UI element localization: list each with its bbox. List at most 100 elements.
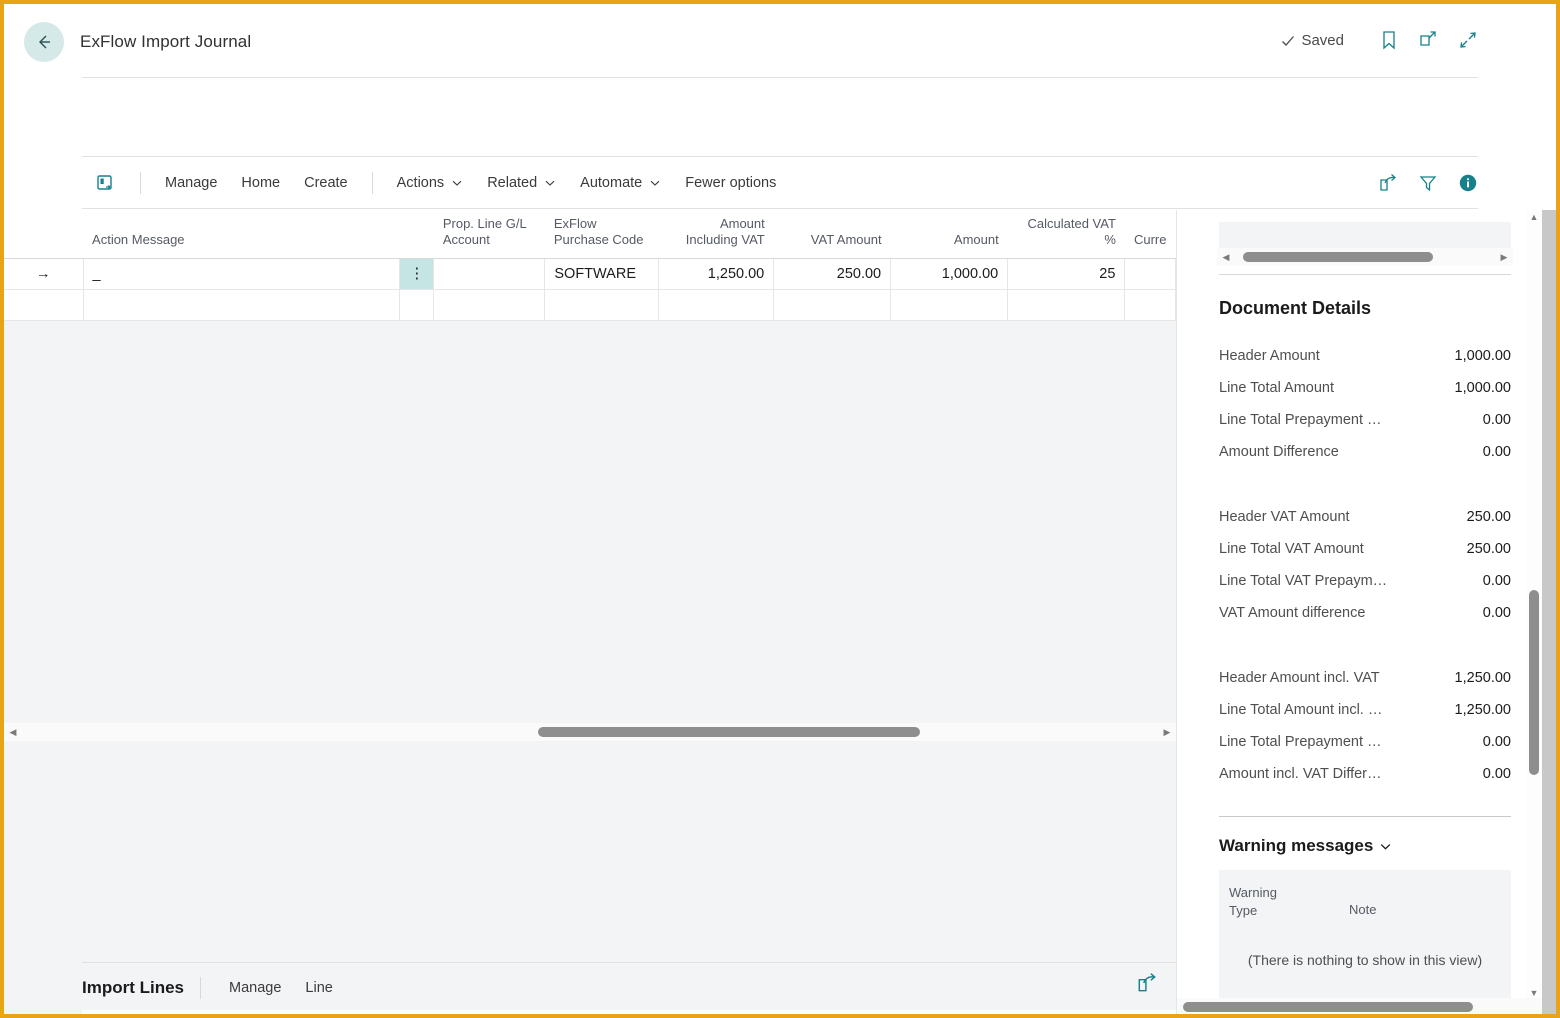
page-vertical-scrollbar[interactable] xyxy=(1542,210,1556,1016)
factbox-row-line-total-amount-incl-vat: Line Total Amount incl. … 1,250.00 xyxy=(1219,702,1511,734)
cell-prop-line-gl-account[interactable] xyxy=(434,289,545,320)
back-arrow-icon xyxy=(34,32,54,52)
import-lines-divider xyxy=(82,962,1176,963)
cell-amount-including-vat[interactable]: 1,250.00 xyxy=(659,258,774,289)
factbox-key: Line Total Prepayment … xyxy=(1219,734,1382,750)
cell-action-message[interactable]: _ xyxy=(83,258,400,289)
factbox-value: 1,250.00 xyxy=(1455,670,1511,686)
scroll-up-arrow[interactable]: ▲ xyxy=(1526,212,1542,222)
ribbon-toolbar: Manage Home Create Actions Related xyxy=(4,157,1556,209)
factbox-key: Header Amount xyxy=(1219,348,1320,364)
ribbon-item-home[interactable]: Home xyxy=(229,169,292,197)
factbox-key: Header Amount incl. VAT xyxy=(1219,670,1380,686)
vscroll-thumb[interactable] xyxy=(1529,590,1539,775)
factbox-hscrollbar[interactable]: ◀ ▶ xyxy=(1217,248,1513,266)
scroll-right-arrow[interactable]: ▶ xyxy=(1495,252,1513,263)
cell-amount[interactable] xyxy=(891,289,1008,320)
col-prop-line-gl-account[interactable]: Prop. Line G/L Account xyxy=(434,210,545,258)
factbox-key: Header VAT Amount xyxy=(1219,509,1350,525)
import-lines-header: Import Lines Manage Line xyxy=(82,972,345,1004)
ribbon-item-manage[interactable]: Manage xyxy=(153,169,229,197)
chevron-down-icon xyxy=(1379,840,1392,853)
factbox-value: 0.00 xyxy=(1483,573,1511,589)
hscroll-track[interactable] xyxy=(22,723,1158,741)
cell-currency[interactable] xyxy=(1125,289,1176,320)
import-lines-divider-vertical xyxy=(200,977,201,999)
col-calculated-vat-pct[interactable]: Calculated VAT % xyxy=(1008,210,1125,258)
col-action-message[interactable]: Action Message xyxy=(83,210,400,258)
hscroll-thumb[interactable] xyxy=(1243,252,1433,262)
scroll-left-arrow[interactable]: ◀ xyxy=(1217,252,1235,263)
col-line-discount[interactable]: Line Disc xyxy=(1045,1010,1176,1018)
cell-vat-amount[interactable]: 250.00 xyxy=(774,258,891,289)
share-export-icon[interactable] xyxy=(1378,173,1398,193)
factbox-top-strip xyxy=(1219,222,1511,248)
warning-messages-title: Warning messages xyxy=(1219,836,1373,856)
col-action-message[interactable]: Action Message xyxy=(122,1010,375,1018)
warning-messages-header-row: Warning Type Note xyxy=(1229,884,1501,919)
ribbon-right-icons xyxy=(1378,157,1478,209)
hscroll-track[interactable] xyxy=(1177,998,1538,1016)
ribbon-item-actions[interactable]: Actions xyxy=(385,169,476,197)
cell-currency[interactable] xyxy=(1125,258,1176,289)
ribbon-item-create[interactable]: Create xyxy=(292,169,360,197)
col-vat-amount[interactable]: VAT Amount xyxy=(774,210,891,258)
back-button[interactable] xyxy=(24,22,64,62)
col-approval[interactable]: Approval xyxy=(976,1010,1045,1018)
row-menu-button[interactable] xyxy=(400,289,434,320)
work-area: Action Message Prop. Line G/L Account Ex… xyxy=(4,210,1176,1016)
cell-exflow-purchase-code[interactable] xyxy=(545,289,659,320)
col-quantity[interactable]: Quantity xyxy=(741,1010,857,1018)
factbox-vscrollbar[interactable]: ▲ ▼ xyxy=(1526,210,1542,1000)
journal-grid-hscrollbar[interactable]: ◀ ▶ xyxy=(4,723,1176,741)
ribbon-item-fewer-options[interactable]: Fewer options xyxy=(673,169,788,197)
col-description[interactable]: Description xyxy=(409,1010,633,1018)
factbox-value: 250.00 xyxy=(1467,541,1511,557)
factbox-key: Line Total Amount incl. … xyxy=(1219,702,1382,718)
cell-calculated-vat-pct[interactable]: 25 xyxy=(1008,258,1125,289)
cell-exflow-purchase-code[interactable]: SOFTWARE xyxy=(545,258,659,289)
cell-amount-including-vat[interactable] xyxy=(659,289,774,320)
hscroll-thumb[interactable] xyxy=(538,727,920,737)
col-currency[interactable]: Curre xyxy=(1125,210,1176,258)
cell-prop-line-gl-account[interactable] xyxy=(434,258,545,289)
col-amount[interactable]: Amount xyxy=(891,210,1008,258)
import-lines-menu-manage[interactable]: Manage xyxy=(217,975,293,1001)
hscroll-thumb[interactable] xyxy=(1183,1002,1473,1012)
col-label: Action Message xyxy=(92,232,185,247)
import-lines-menu-line[interactable]: Line xyxy=(293,975,344,1001)
filter-icon[interactable] xyxy=(1418,173,1438,193)
factbox-bottom-hscrollbar[interactable]: ▶ xyxy=(1177,998,1556,1016)
col-exflow-purchase-code[interactable]: ExFlow Purchase Code xyxy=(545,210,659,258)
factbox-divider-warnings xyxy=(1219,816,1511,817)
factbox-row-line-total-vat-prepayment: Line Total VAT Prepaym… 0.00 xyxy=(1219,573,1511,605)
factbox-row-amount-incl-vat-difference: Amount incl. VAT Differ… 0.00 xyxy=(1219,766,1511,798)
open-in-new-window-icon[interactable] xyxy=(1418,30,1438,50)
hscroll-track[interactable] xyxy=(1235,248,1495,266)
info-icon[interactable] xyxy=(1458,173,1478,193)
ribbon-item-related[interactable]: Related xyxy=(475,169,568,197)
scroll-down-arrow[interactable]: ▼ xyxy=(1526,988,1542,998)
bookmark-icon[interactable] xyxy=(1380,30,1398,50)
col-amount-including-vat[interactable]: Amount Including VAT xyxy=(659,210,774,258)
row-menu-button[interactable]: ⋮ xyxy=(400,258,434,289)
scroll-left-arrow[interactable]: ◀ xyxy=(4,727,22,738)
table-row[interactable]: → _ ⋮ SOFTWARE 1,250.00 250.00 1,000.00 … xyxy=(4,258,1176,289)
cell-amount[interactable]: 1,000.00 xyxy=(891,258,1008,289)
cell-action-message[interactable] xyxy=(83,289,400,320)
cell-calculated-vat-pct[interactable] xyxy=(1008,289,1125,320)
factbox-row-line-total-vat-amount: Line Total VAT Amount 250.00 xyxy=(1219,541,1511,573)
cell-vat-amount[interactable] xyxy=(774,289,891,320)
col-vat-prod-posting-group[interactable]: VAT Prod. Posting Group xyxy=(633,1010,741,1018)
col-direct-unit-cost-excl-vat[interactable]: Direct Unit Cost Excl. VAT xyxy=(857,1010,975,1018)
table-row[interactable] xyxy=(4,289,1176,320)
scroll-right-arrow[interactable]: ▶ xyxy=(1158,727,1176,738)
warning-messages-empty-text: (There is nothing to show in this view) xyxy=(1219,952,1511,968)
ribbon-item-automate[interactable]: Automate xyxy=(568,169,673,197)
import-lines-export-button[interactable] xyxy=(1136,972,1158,999)
factbox-title: Document Details xyxy=(1219,298,1371,319)
collapse-icon[interactable] xyxy=(1458,30,1478,50)
warning-messages-header[interactable]: Warning messages xyxy=(1219,836,1392,856)
col-label-line1: Calculated VAT xyxy=(1028,216,1116,231)
page-card-button[interactable] xyxy=(82,173,128,193)
